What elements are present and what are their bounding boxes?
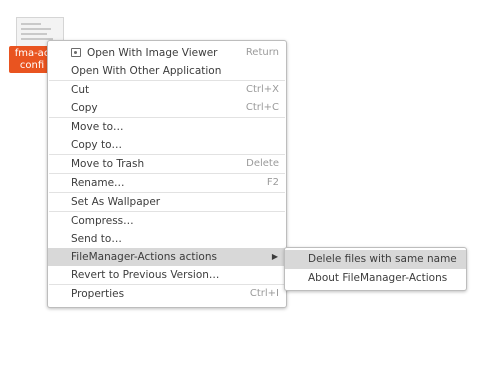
menu-item-label: Revert to Previous Version…	[71, 269, 220, 281]
menu-item-properties[interactable]: Properties Ctrl+I	[48, 285, 286, 303]
menu-item-label: Move to…	[71, 121, 124, 133]
menu-item-move-to[interactable]: Move to…	[48, 118, 286, 136]
menu-item-accelerator: Ctrl+X	[245, 84, 279, 95]
menu-item-accelerator: Ctrl+C	[245, 102, 279, 113]
image-viewer-icon	[71, 48, 81, 57]
menu-item-accelerator: F2	[266, 177, 279, 188]
menu-item-send-to[interactable]: Send to…	[48, 230, 286, 248]
menu-item-label: Cut	[71, 84, 90, 96]
submenu-item-about-filemanager-actions[interactable]: About FileManager-Actions	[285, 269, 466, 288]
menu-item-open-with-other-application[interactable]: Open With Other Application	[48, 62, 286, 80]
menu-item-label: Move to Trash	[71, 158, 145, 170]
menu-item-label: Properties	[71, 288, 125, 300]
menu-item-label: Copy to…	[71, 139, 123, 151]
menu-item-accelerator: Ctrl+I	[249, 288, 279, 299]
menu-item-revert-to-previous-version[interactable]: Revert to Previous Version…	[48, 266, 286, 284]
menu-item-copy[interactable]: Copy Ctrl+C	[48, 99, 286, 117]
menu-item-label: Rename…	[71, 177, 125, 189]
menu-item-label: Send to…	[71, 233, 122, 245]
menu-item-filemanager-actions[interactable]: FileManager-Actions actions ▶	[48, 248, 286, 266]
menu-item-set-as-wallpaper[interactable]: Set As Wallpaper	[48, 193, 286, 211]
menu-item-rename[interactable]: Rename… F2	[48, 174, 286, 192]
filemanager-actions-submenu: Delele files with same name About FileMa…	[284, 247, 467, 291]
menu-item-copy-to[interactable]: Copy to…	[48, 136, 286, 154]
menu-item-compress[interactable]: Compress…	[48, 212, 286, 230]
desktop: fma-ac confi Open With Image Viewer Retu…	[0, 0, 500, 371]
menu-item-move-to-trash[interactable]: Move to Trash Delete	[48, 155, 286, 173]
menu-item-accelerator: Delete	[246, 158, 279, 169]
menu-item-open-with-image-viewer[interactable]: Open With Image Viewer Return	[48, 44, 286, 62]
context-menu: Open With Image Viewer Return Open With …	[47, 40, 287, 308]
submenu-item-delete-files-with-same-name[interactable]: Delele files with same name	[285, 250, 466, 269]
menu-item-label: Set As Wallpaper	[71, 196, 161, 208]
menu-item-label: Open With Image Viewer	[87, 47, 218, 59]
menu-item-accelerator: Return	[245, 47, 279, 58]
menu-item-label: Compress…	[71, 215, 134, 227]
menu-item-cut[interactable]: Cut Ctrl+X	[48, 81, 286, 99]
menu-item-label: Copy	[71, 102, 98, 114]
submenu-arrow-icon: ▶	[271, 252, 278, 261]
menu-item-label: FileManager-Actions actions	[71, 251, 217, 263]
menu-item-label: Open With Other Application	[71, 65, 222, 77]
